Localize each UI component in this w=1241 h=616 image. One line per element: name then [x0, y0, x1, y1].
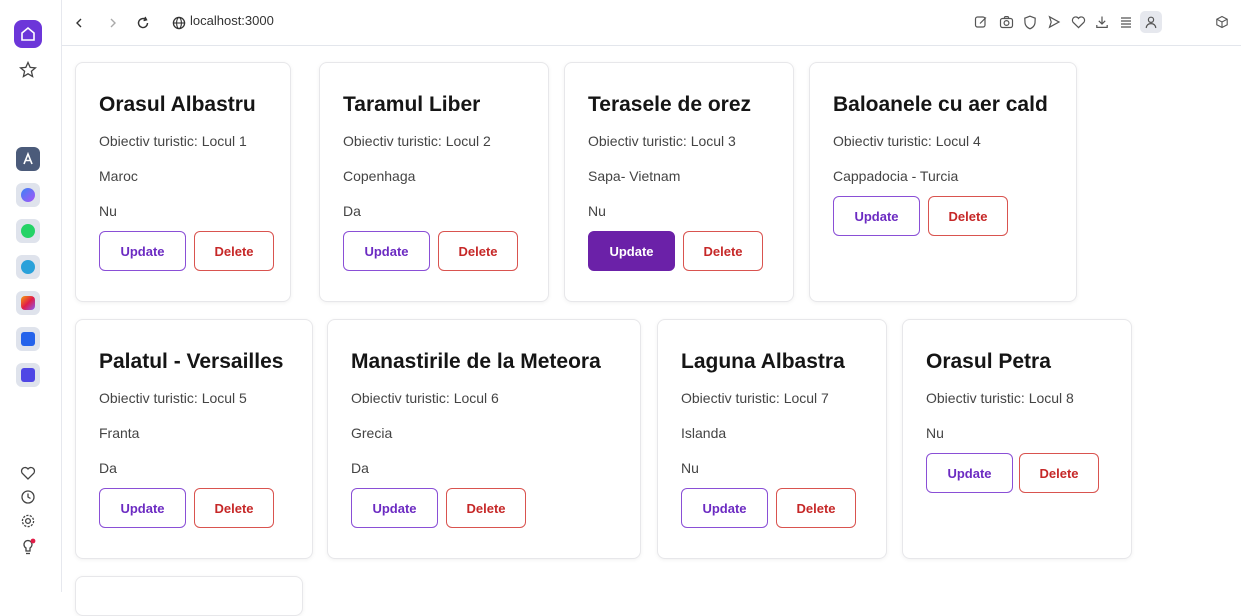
delete-button[interactable]: Delete [1019, 453, 1099, 493]
card-objective: Obiectiv turistic: Locul 3 [588, 133, 736, 149]
extension-cube-icon[interactable] [1213, 13, 1231, 31]
card-location: Grecia [351, 425, 393, 441]
destination-card: Orasul Albastru Obiectiv turistic: Locul… [75, 62, 291, 302]
destination-card: Manastirile de la Meteora Obiectiv turis… [327, 319, 641, 559]
home-icon[interactable] [14, 20, 42, 48]
update-button[interactable]: Update [99, 488, 186, 528]
tips-icon[interactable] [16, 535, 40, 559]
card-answer: Da [99, 460, 117, 476]
card-title: Manastirile de la Meteora [351, 350, 601, 373]
favorite-icon[interactable] [1069, 13, 1087, 31]
destination-card: Orasul Petra Obiectiv turistic: Locul 8 … [902, 319, 1132, 559]
sidebar [0, 0, 62, 592]
update-button[interactable]: Update [343, 231, 430, 271]
app-store-icon[interactable] [16, 147, 40, 171]
star-icon[interactable] [16, 58, 40, 82]
card-answer: Nu [588, 203, 606, 219]
card-answer: Da [343, 203, 361, 219]
settings-icon[interactable] [16, 509, 40, 533]
delete-button[interactable]: Delete [683, 231, 763, 271]
card-location: Nu [926, 425, 944, 441]
card-title: Baloanele cu aer cald [833, 93, 1048, 116]
instagram-icon[interactable] [16, 291, 40, 315]
delete-button[interactable]: Delete [928, 196, 1008, 236]
card-objective: Obiectiv turistic: Locul 2 [343, 133, 491, 149]
destination-card: Laguna Albastra Obiectiv turistic: Locul… [657, 319, 887, 559]
delete-button[interactable]: Delete [194, 488, 274, 528]
browser-toolbar: localhost:3000 [62, 0, 1241, 46]
card-objective: Obiectiv turistic: Locul 5 [99, 390, 247, 406]
card-title: Palatul - Versailles [99, 350, 284, 373]
card-title: Laguna Albastra [681, 350, 845, 373]
card-objective: Obiectiv turistic: Locul 4 [833, 133, 981, 149]
destination-card: Palatul - Versailles Obiectiv turistic: … [75, 319, 313, 559]
destination-card: Baloanele cu aer cald Obiectiv turistic:… [809, 62, 1077, 302]
forward-icon[interactable] [104, 14, 122, 32]
card-location: Sapa- Vietnam [588, 168, 681, 184]
telegram-icon[interactable] [16, 255, 40, 279]
camera-icon[interactable] [997, 13, 1015, 31]
card-title: Terasele de orez [588, 93, 752, 116]
update-button[interactable]: Update [588, 231, 675, 271]
music-icon[interactable] [16, 327, 40, 351]
card-location: Cappadocia - Turcia [833, 168, 959, 184]
globe-icon [170, 14, 188, 32]
update-button[interactable]: Update [833, 196, 920, 236]
card-answer: Da [351, 460, 369, 476]
update-button[interactable]: Update [99, 231, 186, 271]
download-icon[interactable] [1093, 13, 1111, 31]
delete-button[interactable]: Delete [446, 488, 526, 528]
address-bar[interactable]: localhost:3000 [190, 13, 274, 28]
destination-card: Taramul Liber Obiectiv turistic: Locul 2… [319, 62, 549, 302]
card-title: Taramul Liber [343, 93, 481, 116]
card-location: Islanda [681, 425, 727, 441]
card-location: Maroc [99, 168, 138, 184]
destination-card-partial [75, 576, 303, 616]
delete-button[interactable]: Delete [194, 231, 274, 271]
shield-icon[interactable] [1021, 13, 1039, 31]
card-title: Orasul Albastru [99, 93, 256, 116]
heart-icon[interactable] [16, 461, 40, 485]
card-location: Copenhaga [343, 168, 416, 184]
send-icon[interactable] [1045, 13, 1063, 31]
back-icon[interactable] [70, 14, 88, 32]
reload-icon[interactable] [134, 14, 152, 32]
whatsapp-icon[interactable] [16, 219, 40, 243]
card-location: Franta [99, 425, 140, 441]
profile-icon[interactable] [1140, 11, 1162, 33]
history-icon[interactable] [16, 485, 40, 509]
main-content: Orasul Albastru Obiectiv turistic: Locul… [62, 47, 1241, 616]
update-button[interactable]: Update [681, 488, 768, 528]
card-title: Orasul Petra [926, 350, 1051, 373]
messenger-icon[interactable] [16, 183, 40, 207]
card-objective: Obiectiv turistic: Locul 1 [99, 133, 247, 149]
list-icon[interactable] [1117, 13, 1135, 31]
card-objective: Obiectiv turistic: Locul 6 [351, 390, 499, 406]
delete-button[interactable]: Delete [776, 488, 856, 528]
delete-button[interactable]: Delete [438, 231, 518, 271]
card-answer: Nu [681, 460, 699, 476]
update-button[interactable]: Update [926, 453, 1013, 493]
destination-card: Terasele de orez Obiectiv turistic: Locu… [564, 62, 794, 302]
player-icon[interactable] [16, 363, 40, 387]
card-objective: Obiectiv turistic: Locul 8 [926, 390, 1074, 406]
card-answer: Nu [99, 203, 117, 219]
update-button[interactable]: Update [351, 488, 438, 528]
card-objective: Obiectiv turistic: Locul 7 [681, 390, 829, 406]
edit-icon[interactable] [972, 13, 990, 31]
